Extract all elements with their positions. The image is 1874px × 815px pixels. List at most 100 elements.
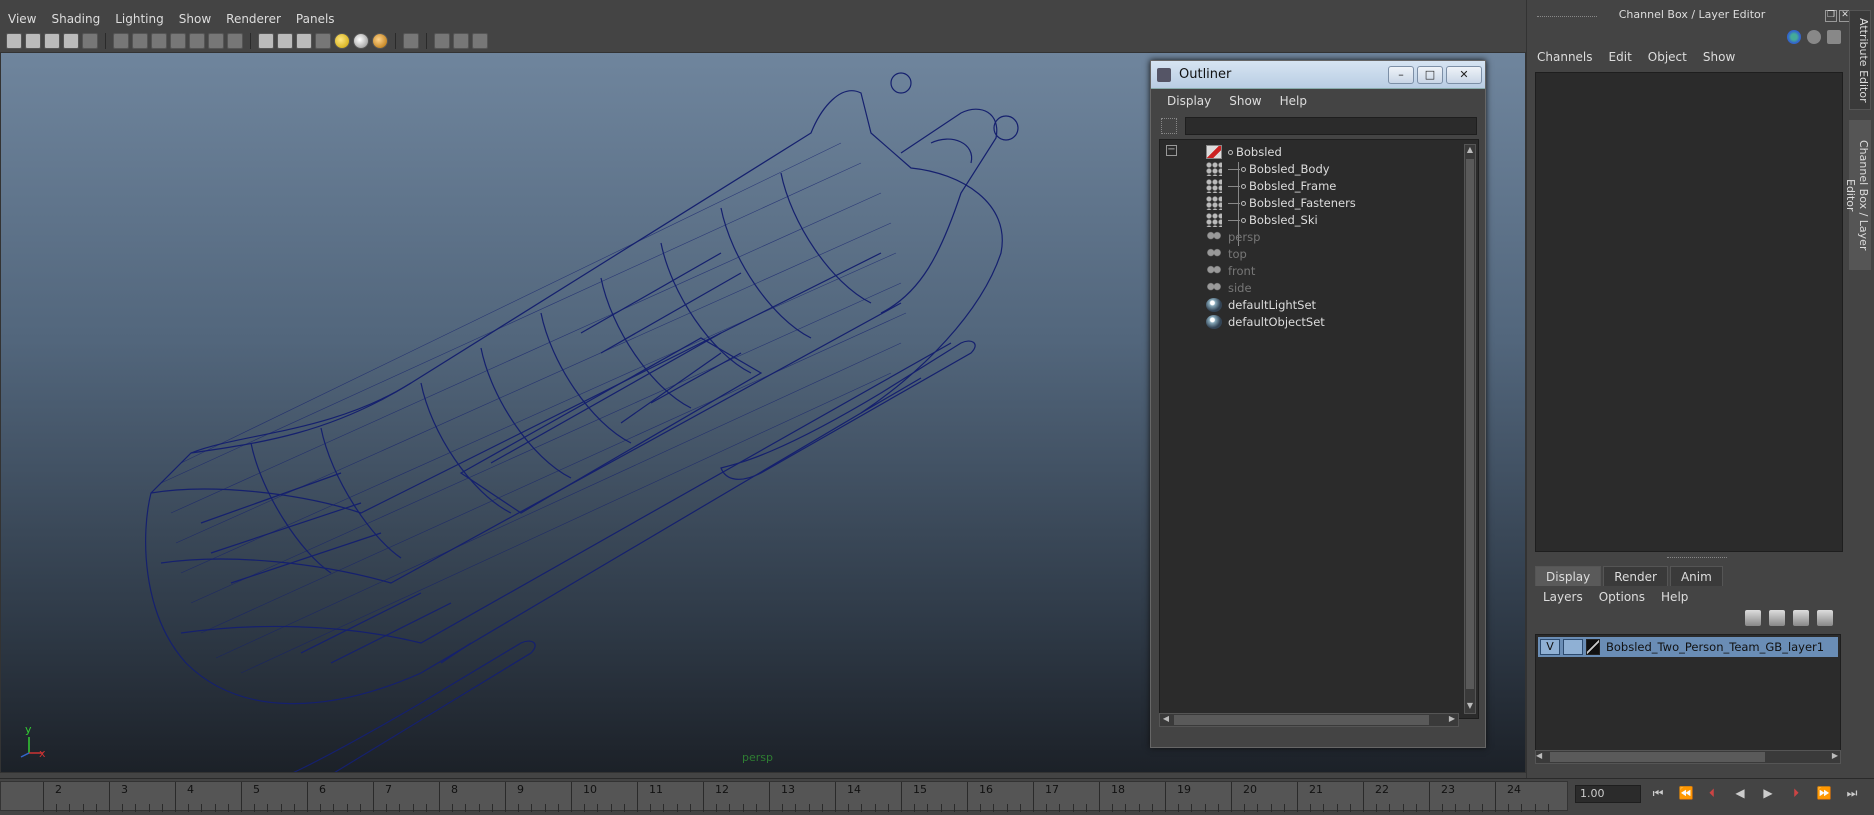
scroll-left-icon[interactable]: ◀ — [1536, 751, 1542, 760]
play-backwards-button[interactable]: ◀ — [1730, 786, 1750, 804]
step-forward-key-button[interactable]: ⏩ — [1814, 786, 1834, 804]
channel-box-area[interactable] — [1535, 72, 1843, 552]
gate-mask-icon[interactable] — [151, 33, 167, 49]
outliner-titlebar[interactable]: Outliner – □ ✕ — [1151, 61, 1485, 89]
tab-anim[interactable]: Anim — [1669, 566, 1723, 586]
layer-visibility-toggle[interactable]: V — [1540, 639, 1560, 655]
outliner-menu-show[interactable]: Show — [1229, 94, 1261, 108]
minor-tick — [1389, 804, 1391, 812]
scroll-thumb[interactable] — [1466, 159, 1474, 689]
outliner-filter-input[interactable] — [1185, 117, 1477, 135]
menu-shading[interactable]: Shading — [51, 12, 100, 26]
menu-edit[interactable]: Edit — [1609, 50, 1632, 64]
current-time-field[interactable]: 1.00 — [1575, 785, 1641, 803]
minimize-button[interactable]: – — [1388, 65, 1414, 84]
go-to-end-button[interactable]: ⏭ — [1842, 786, 1862, 804]
node-dot-icon — [1241, 183, 1246, 189]
menu-channels[interactable]: Channels — [1537, 50, 1593, 64]
time-ruler[interactable]: 2 3 4 5 6 7 8 9 10 11 12 13 14 15 16 17 18 19 20 21 22 23 24 — [0, 781, 1568, 812]
float-icon[interactable]: ❐ — [1825, 10, 1837, 22]
outliner-menu-help[interactable]: Help — [1280, 94, 1307, 108]
filter-icon[interactable] — [1161, 118, 1177, 134]
go-to-start-button[interactable]: ⏮ — [1648, 786, 1668, 804]
play-forwards-button[interactable]: ▶ — [1758, 786, 1778, 804]
smooth-shade-icon[interactable] — [277, 33, 293, 49]
xray-joints-icon[interactable] — [453, 33, 469, 49]
move-layer-down-icon[interactable] — [1769, 610, 1785, 626]
menu-panels[interactable]: Panels — [296, 12, 335, 26]
image-plane-icon[interactable] — [63, 33, 79, 49]
manipulator-icon[interactable] — [1787, 30, 1801, 44]
maximize-button[interactable]: □ — [1417, 65, 1443, 84]
menu-show[interactable]: Show — [1703, 50, 1735, 64]
collapse-icon[interactable]: − — [1166, 145, 1177, 156]
speed-icon[interactable] — [1807, 30, 1821, 44]
wireframe-icon[interactable] — [258, 33, 274, 49]
minor-tick — [1006, 804, 1008, 812]
menu-lighting[interactable]: Lighting — [115, 12, 164, 26]
scroll-thumb[interactable] — [1174, 715, 1429, 725]
safe-title-icon[interactable] — [208, 33, 224, 49]
minor-tick — [887, 804, 889, 812]
layer-row[interactable]: V Bobsled_Two_Person_Team_GB_layer1 — [1538, 637, 1838, 657]
scroll-thumb[interactable] — [1550, 752, 1765, 762]
menu-show[interactable]: Show — [179, 12, 211, 26]
panel-splitter[interactable] — [1667, 557, 1727, 561]
isolate-select-icon[interactable] — [403, 33, 419, 49]
new-layer-icon[interactable] — [1793, 610, 1809, 626]
safe-action-icon[interactable] — [189, 33, 205, 49]
tab-display[interactable]: Display — [1535, 566, 1602, 586]
bookmark-icon[interactable] — [44, 33, 60, 49]
film-gate-icon[interactable] — [82, 33, 98, 49]
menu-view[interactable]: View — [8, 12, 36, 26]
toolbar-separator — [426, 33, 427, 49]
layer-display-type-toggle[interactable] — [1563, 639, 1583, 655]
high-quality-icon[interactable] — [372, 33, 388, 49]
grid-icon[interactable] — [113, 33, 129, 49]
minor-tick — [69, 804, 71, 812]
xray-components-icon[interactable] — [472, 33, 488, 49]
scroll-left-icon[interactable]: ◀ — [1160, 714, 1172, 723]
minor-tick — [1178, 804, 1180, 812]
resolution-gate-icon[interactable] — [132, 33, 148, 49]
scroll-down-icon[interactable]: ▼ — [1465, 701, 1475, 713]
scroll-right-icon[interactable]: ▶ — [1832, 751, 1838, 760]
tab-channel-box-layer-editor[interactable]: Channel Box / Layer Editor — [1844, 120, 1871, 270]
close-button[interactable]: ✕ — [1446, 65, 1482, 84]
step-back-frame-button[interactable]: ⏴ — [1702, 786, 1722, 804]
xray-icon[interactable] — [434, 33, 450, 49]
outliner-vertical-scrollbar[interactable]: ▲ ▼ — [1464, 144, 1476, 714]
text-icon[interactable] — [227, 33, 243, 49]
shadows-icon[interactable] — [353, 33, 369, 49]
tab-render[interactable]: Render — [1603, 566, 1668, 586]
wireframe-on-shaded-icon[interactable] — [296, 33, 312, 49]
camera-attributes-icon[interactable] — [25, 33, 41, 49]
layer-editor-horizontal-scrollbar[interactable]: ◀ ▶ — [1535, 750, 1841, 764]
scroll-right-icon[interactable]: ▶ — [1446, 714, 1458, 723]
drag-grip[interactable] — [1537, 16, 1597, 20]
minor-tick — [1376, 804, 1378, 812]
camera-icon — [1206, 230, 1222, 244]
outliner-menu-display[interactable]: Display — [1167, 94, 1211, 108]
menu-layers[interactable]: Layers — [1543, 590, 1583, 604]
tab-attribute-editor[interactable]: Attribute Editor — [1849, 10, 1871, 110]
step-forward-frame-button[interactable]: ⏵ — [1786, 786, 1806, 804]
menu-renderer[interactable]: Renderer — [226, 12, 281, 26]
tree-item-default-object-set[interactable]: defaultObjectSet — [1206, 312, 1325, 332]
camera-select-icon[interactable] — [6, 33, 22, 49]
axis-gizmo: y x — [13, 723, 53, 763]
new-layer-selected-icon[interactable] — [1817, 610, 1833, 626]
hyper-icon[interactable] — [1827, 30, 1841, 44]
menu-help[interactable]: Help — [1661, 590, 1688, 604]
move-layer-up-icon[interactable] — [1745, 610, 1761, 626]
outliner-horizontal-scrollbar[interactable]: ◀ ▶ — [1159, 713, 1459, 727]
lights-icon[interactable] — [334, 33, 350, 49]
menu-options[interactable]: Options — [1599, 590, 1645, 604]
field-chart-icon[interactable] — [170, 33, 186, 49]
step-back-key-button[interactable]: ⏪ — [1676, 786, 1696, 804]
textured-icon[interactable] — [315, 33, 331, 49]
minor-tick — [412, 804, 414, 812]
scroll-up-icon[interactable]: ▲ — [1465, 145, 1475, 157]
layer-color-swatch[interactable] — [1586, 639, 1600, 655]
menu-object[interactable]: Object — [1648, 50, 1687, 64]
